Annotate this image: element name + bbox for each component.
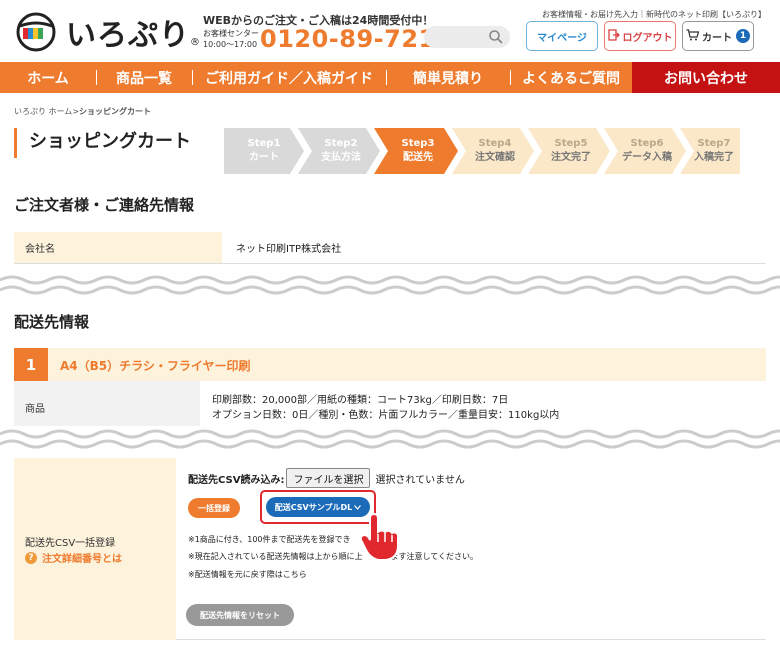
- mypage-label: マイページ: [537, 32, 587, 44]
- choose-file-button[interactable]: ファイルを選択: [286, 468, 371, 488]
- step-number: Step5: [554, 138, 588, 149]
- item-detail-line: オプション日数：0日／種別・色数：片面フルカラー／重量目安：110kg以内: [212, 409, 560, 421]
- step-3: Step3 配送先: [382, 128, 454, 174]
- order-detail-help-link[interactable]: ? 注文詳細番号とは: [25, 550, 122, 565]
- company-row: 会社名 ネット印刷ITP株式会社: [14, 232, 766, 264]
- help-link-text[interactable]: 注文詳細番号とは: [42, 550, 122, 565]
- breadcrumb-current: ショッピングカート: [79, 107, 152, 116]
- nav-item-estimate[interactable]: 簡単見積り: [386, 62, 510, 93]
- logout-icon: [607, 28, 620, 44]
- breadcrumb-separator: >: [72, 107, 80, 116]
- step-5: Step5 注文完了: [536, 128, 606, 174]
- page-title: ショッピングカート: [14, 128, 191, 158]
- step-number: Step3: [401, 138, 435, 149]
- help-icon: ?: [25, 551, 37, 564]
- site-logo[interactable]: いろぷり ®: [14, 10, 200, 54]
- search-input[interactable]: [424, 26, 510, 48]
- step-label: 注文完了: [551, 152, 591, 163]
- csv-sample-download-button[interactable]: 配送CSVサンプルDL: [266, 497, 370, 517]
- logout-button[interactable]: ログアウト: [604, 21, 676, 51]
- site-header: いろぷり ® WEBからのご注文・ご入稿は24時間受付中！ お客様センター 10…: [0, 0, 780, 62]
- customer-center-info: お客様センター 10:00〜17:00: [203, 28, 259, 50]
- orderer-section-title: ご注文者様・ご連絡先情報: [14, 196, 195, 214]
- main-nav: ホーム 商品一覧 ご利用ガイド／入稿ガイド 簡単見積り よくあるご質問 お問い合…: [0, 62, 780, 93]
- chevron-down-icon: [354, 503, 362, 512]
- nav-item-products[interactable]: 商品一覧: [96, 62, 192, 93]
- step-number: Step6: [630, 138, 664, 149]
- cart-count-badge: 1: [736, 29, 750, 43]
- csv-label-cell: 配送先CSV一括登録 ? 注文詳細番号とは: [14, 458, 176, 640]
- note-overwrite-start: ※現在記入されている配送先情報は上から順に上: [188, 552, 363, 561]
- reset-delivery-button[interactable]: 配送先情報をリセット: [186, 604, 294, 626]
- bulk-register-button[interactable]: 一括登録: [188, 498, 240, 518]
- step-label: 支払方法: [321, 152, 361, 163]
- step-number: Step7: [697, 138, 731, 149]
- step-label: 注文確認: [475, 152, 515, 163]
- csv-bulk-title: 配送先CSV一括登録: [25, 538, 116, 549]
- step-2: Step2 支払方法: [306, 128, 376, 174]
- file-status: 選択されていません: [375, 474, 465, 486]
- step-6: Step6 データ入稿: [612, 128, 682, 174]
- step-label: 配送先: [403, 152, 433, 163]
- step-label: 入稿完了: [694, 152, 734, 163]
- note-overwrite: ※現在記入されている配送先情報は上から順に上 されます注意してください。: [188, 551, 478, 562]
- nav-item-contact[interactable]: お問い合わせ: [632, 62, 780, 93]
- pointer-hand-icon: [356, 512, 408, 564]
- note-limit: ※1商品に付き、100件まで配送先を登録でき: [188, 535, 351, 544]
- step-1: Step1 カート: [224, 128, 304, 174]
- step-number: Step1: [247, 138, 281, 149]
- step-label: データ入稿: [622, 152, 672, 163]
- nav-item-home[interactable]: ホーム: [0, 62, 96, 93]
- company-value: ネット印刷ITP株式会社: [236, 244, 342, 255]
- cart-icon: [686, 28, 700, 44]
- logo-mark-icon: [14, 12, 60, 52]
- csv-upload-row: 配送先CSV読み込み: ファイルを選択 選択されていません: [188, 468, 465, 488]
- customer-center-label: お客様センター: [203, 29, 259, 38]
- nav-item-faq[interactable]: よくあるご質問: [510, 62, 632, 93]
- product-header: 1 A4（B5）チラシ・フライヤー印刷: [14, 348, 766, 381]
- mypage-button[interactable]: マイページ: [526, 21, 598, 51]
- checkout-steps: Step1 カート Step2 支払方法 Step3 配送先 Step4 注文確…: [224, 128, 740, 174]
- torn-separator: [0, 426, 780, 456]
- logo-registered-mark: ®: [190, 37, 200, 48]
- step-number: Step2: [324, 138, 358, 149]
- breadcrumb-home[interactable]: いろぷり ホーム: [14, 107, 72, 116]
- company-label: 会社名: [14, 232, 222, 263]
- logo-text: いろぷり: [66, 18, 190, 53]
- cart-label: カート: [702, 32, 732, 44]
- csv-sample-download-label: 配送CSVサンプルDL: [274, 502, 353, 512]
- product-name: A4（B5）チラシ・フライヤー印刷: [60, 359, 251, 373]
- cart-button[interactable]: カート 1: [682, 21, 754, 51]
- nav-item-guide[interactable]: ご利用ガイド／入稿ガイド: [192, 62, 386, 93]
- customer-center-hours: 10:00〜17:00: [203, 40, 258, 49]
- item-detail-line: 印刷部数：20,000部／用紙の種類：コート73kg／印刷日数：7日: [212, 394, 509, 406]
- product-number: 1: [14, 348, 48, 381]
- torn-separator: [0, 275, 780, 295]
- step-number: Step4: [478, 138, 512, 149]
- csv-upload-label: 配送先CSV読み込み:: [188, 474, 285, 486]
- note-restore: ※配送情報を元に戻す際はこちら: [188, 570, 307, 579]
- step-label: カート: [249, 152, 279, 163]
- breadcrumb: いろぷり ホーム>ショッピングカート: [14, 106, 151, 117]
- step-4: Step4 注文確認: [460, 128, 530, 174]
- top-links: お客様情報・お届け先入力｜新時代のネット印刷【いろぷり】: [542, 10, 766, 19]
- delivery-section-title: 配送先情報: [14, 313, 90, 331]
- logout-label: ログアウト: [622, 32, 673, 44]
- step-7: Step7 入稿完了: [688, 128, 740, 174]
- search-icon[interactable]: [488, 29, 504, 45]
